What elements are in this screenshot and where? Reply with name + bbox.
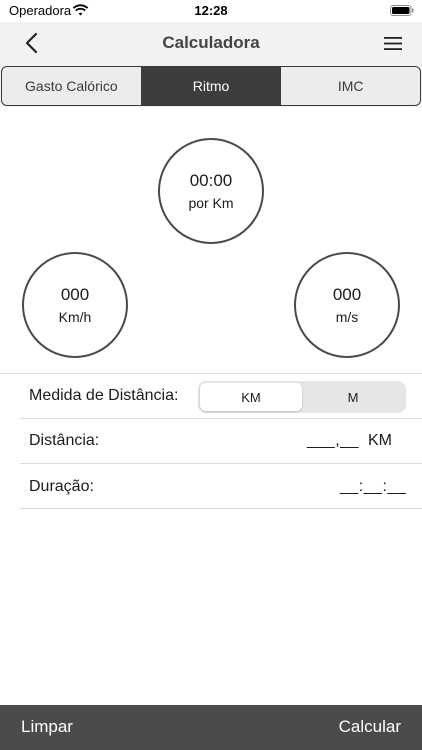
tab-ritmo[interactable]: Ritmo — [141, 67, 282, 105]
hamburger-menu-icon[interactable] — [384, 36, 402, 51]
pace-value: 00:00 — [189, 170, 233, 190]
unit-option-km[interactable]: KM — [200, 383, 302, 411]
row-divider — [20, 418, 422, 419]
speed-kmh-unit: Km/h — [58, 308, 92, 325]
calculate-button[interactable]: Calcular — [339, 717, 401, 737]
pace-result-circle: 00:00 por Km — [158, 138, 264, 244]
row-divider — [20, 463, 422, 464]
page-title: Calculadora — [162, 33, 260, 52]
row-divider — [20, 508, 422, 509]
tab-imc[interactable]: IMC — [281, 67, 420, 105]
calculator-tabs: Gasto Calórico Ritmo IMC — [1, 66, 421, 106]
form-top-divider — [0, 373, 422, 374]
tabs-container: Gasto Calórico Ritmo IMC — [0, 65, 422, 107]
distance-input[interactable]: ___,__ — [307, 432, 359, 450]
speed-ms-value: 000 — [332, 284, 362, 304]
clear-button[interactable]: Limpar — [21, 717, 73, 737]
speed-ms-unit: m/s — [335, 308, 359, 325]
status-time: 12:28 — [194, 3, 228, 18]
pace-unit: por Km — [188, 194, 234, 211]
distance-unit-label: Medida de Distância: — [29, 387, 179, 404]
navigation-bar: Calculadora — [0, 22, 422, 65]
distance-unit-toggle: KM M — [198, 381, 406, 413]
speed-kmh-value: 000 — [60, 284, 90, 304]
duration-input[interactable]: __:__:__ — [340, 478, 406, 496]
distance-unit-suffix: KM — [368, 432, 392, 449]
bottom-action-bar: Limpar Calcular — [0, 705, 422, 750]
speed-kmh-circle: 000 Km/h — [22, 252, 128, 358]
duration-label: Duração: — [29, 478, 94, 495]
unit-option-m[interactable]: M — [302, 383, 404, 411]
distance-label: Distância: — [29, 432, 100, 449]
battery-icon — [390, 5, 414, 16]
status-bar: Operadora 12:28 — [0, 0, 422, 22]
tab-gasto-calorico[interactable]: Gasto Calórico — [2, 67, 142, 105]
speed-ms-circle: 000 m/s — [294, 252, 400, 358]
